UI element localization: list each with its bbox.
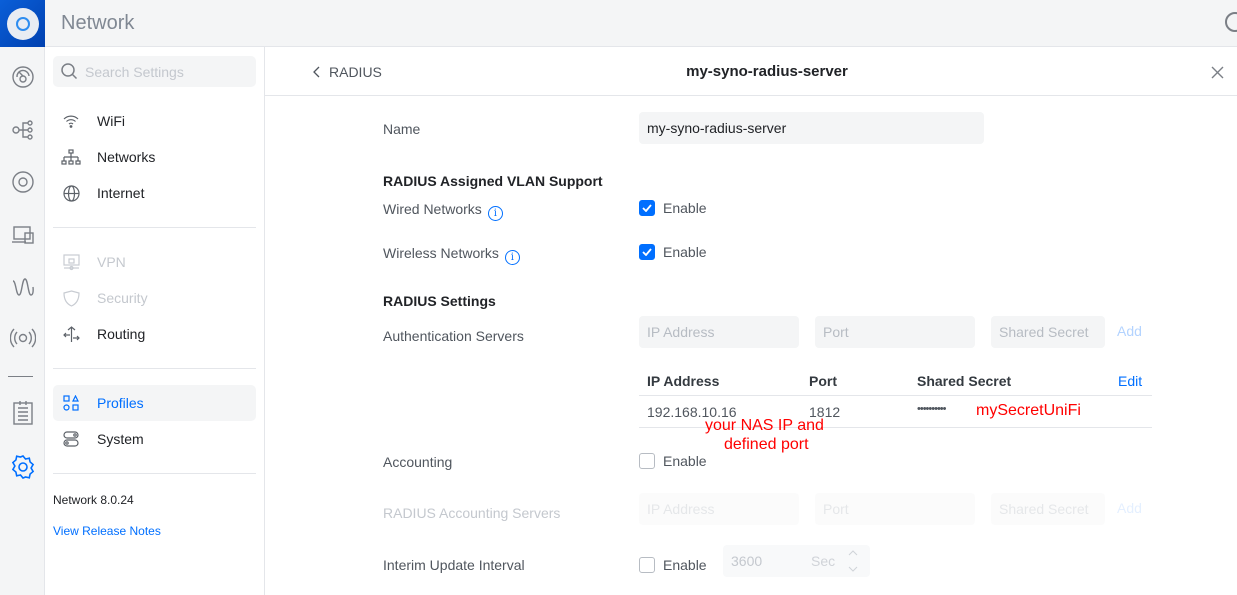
interim-label: Interim Update Interval [383,557,525,573]
auth-ip-input[interactable]: IP Address [639,316,799,348]
topology-icon[interactable] [0,115,45,145]
annotation-secret: mySecretUniFi [976,402,1081,419]
sidebar-item-internet[interactable]: Internet [53,175,256,211]
checkbox-label: Enable [663,557,707,573]
checkbox-label: Enable [663,453,707,469]
annotation-ip-line2: defined port [724,436,809,453]
column-header-ip: IP Address [647,373,720,389]
sidebar-divider [53,473,256,474]
column-header-port: Port [809,373,837,389]
checkbox-checked[interactable] [639,244,655,260]
acct-add-button[interactable]: Add [1117,500,1142,516]
sidebar-item-system[interactable]: System [53,421,256,457]
sidebar-item-label: Networks [97,149,156,165]
sidebar-item-routing[interactable]: Routing [53,316,256,352]
name-label: Name [383,121,421,137]
cell-secret: •••••••••• [917,403,946,415]
dashboard-icon[interactable] [0,62,45,92]
radio-icon[interactable] [0,323,45,353]
app-title: Network [61,12,135,34]
unifi-logo[interactable] [0,0,45,47]
profile-editor: RADIUS my-syno-radius-server Name my-syn… [265,47,1237,595]
sidebar-divider [53,368,256,369]
wifi-icon [61,111,81,131]
globe-icon [61,183,81,203]
acct-secret-input[interactable]: Shared Secret [991,493,1105,525]
sidebar-item-label: VPN [97,254,126,270]
checkbox-unchecked[interactable] [639,557,655,573]
vpn-icon [61,252,81,272]
version-label: Network 8.0.24 [53,493,134,507]
search-icon [61,63,78,80]
acct-port-input[interactable]: Port [815,493,975,525]
editor-topbar: RADIUS my-syno-radius-server [265,47,1237,96]
settings-icon[interactable] [0,452,45,482]
name-input[interactable]: my-syno-radius-server [639,112,984,144]
shield-icon [61,288,81,308]
search-placeholder: Search Settings [85,64,184,80]
auth-port-input[interactable]: Port [815,316,975,348]
radius-settings-heading: RADIUS Settings [383,293,496,309]
sidebar-item-label: Routing [97,326,146,342]
sidebar-item-profiles[interactable]: Profiles [53,385,256,421]
settings-sidebar: Search Settings WiFi Networks Internet V… [45,47,265,595]
app-rail [0,0,45,595]
wired-networks-label: Wired Networks i [383,201,503,221]
column-header-secret: Shared Secret [917,373,1012,389]
wireless-networks-label: Wireless Networks i [383,245,520,265]
sidebar-item-security[interactable]: Security [53,280,256,316]
acct-servers-label: RADIUS Accounting Servers [383,505,561,521]
interim-enable-checkbox[interactable]: Enable [639,557,707,573]
wireless-enable-checkbox[interactable]: Enable [639,244,707,260]
accounting-enable-checkbox[interactable]: Enable [639,453,707,469]
vlan-section-heading: RADIUS Assigned VLAN Support [383,173,603,189]
insights-icon[interactable] [0,272,45,302]
accounting-label: Accounting [383,454,453,470]
annotation-ip-line1: your NAS IP and [705,417,824,434]
sidebar-item-label: Security [97,290,148,306]
auth-servers-label: Authentication Servers [383,328,524,344]
interim-interval-stepper[interactable]: 3600 Sec [723,545,870,577]
system-icon [61,429,81,449]
sidebar-divider [53,227,256,228]
sidebar-item-label: WiFi [97,113,125,129]
devices-icon[interactable] [0,167,45,197]
sidebar-item-networks[interactable]: Networks [53,139,256,175]
auth-add-button[interactable]: Add [1117,323,1142,339]
acct-ip-input[interactable]: IP Address [639,493,799,525]
sidebar-item-wifi[interactable]: WiFi [53,103,256,139]
sidebar-item-label: Internet [97,185,145,201]
profiles-icon [61,393,81,413]
close-icon[interactable] [1211,66,1224,79]
rail-divider [8,376,33,377]
search-icon[interactable] [1225,12,1237,32]
auth-secret-input[interactable]: Shared Secret [991,316,1105,348]
logs-icon[interactable] [0,398,45,428]
sidebar-item-vpn[interactable]: VPN [53,244,256,280]
networks-icon [61,147,81,167]
interim-unit: Sec [811,553,836,569]
clients-icon[interactable] [0,220,45,250]
release-notes-link[interactable]: View Release Notes [53,524,161,538]
wired-enable-checkbox[interactable]: Enable [639,200,707,216]
checkbox-label: Enable [663,244,707,260]
routing-icon [61,324,81,344]
stepper-arrows-icon[interactable] [848,549,858,573]
edit-button[interactable]: Edit [1118,373,1142,389]
sidebar-item-label: System [97,431,144,447]
checkbox-label: Enable [663,200,707,216]
search-input[interactable]: Search Settings [53,56,256,87]
info-icon[interactable]: i [504,250,520,265]
checkbox-checked[interactable] [639,200,655,216]
interim-value: 3600 [731,553,763,569]
page-title: my-syno-radius-server [686,63,848,80]
app-header: Network [45,0,1237,47]
info-icon[interactable]: i [487,206,503,221]
checkbox-unchecked[interactable] [639,453,655,469]
sidebar-item-label: Profiles [97,395,144,411]
